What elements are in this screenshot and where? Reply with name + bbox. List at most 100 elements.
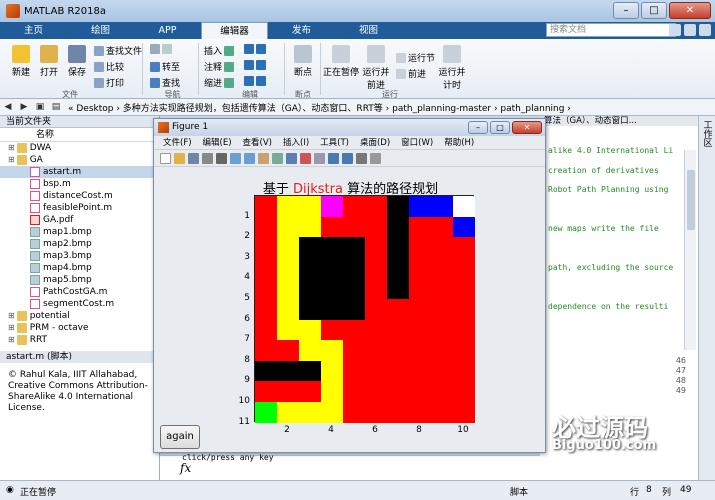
open-button[interactable]: 打开 (36, 45, 62, 78)
menu-edit[interactable]: 编辑(E) (200, 136, 240, 149)
close-button[interactable]: ✕ (669, 2, 711, 19)
file-row[interactable]: feasiblePoint.m (0, 202, 159, 214)
code-line[interactable]: creation of derivatives (548, 166, 659, 175)
advance-button[interactable]: 前进 (396, 67, 426, 80)
minimize-button[interactable]: – (613, 2, 639, 19)
code-line[interactable]: alike 4.0 International Li (548, 146, 673, 155)
open-icon[interactable] (174, 153, 185, 164)
again-button[interactable]: again (160, 425, 200, 449)
code-line[interactable]: Robot Path Planning using (548, 185, 668, 194)
editor-scrollbar[interactable] (684, 150, 696, 350)
expand-icon[interactable]: ⊞ (8, 142, 15, 154)
colorbar-icon[interactable] (328, 153, 339, 164)
forward-arrow-icon[interactable]: ▶ (16, 102, 32, 112)
name-column-header[interactable]: 名称 (0, 128, 159, 142)
zoom-out-icon[interactable] (244, 153, 255, 164)
hide-tools-icon[interactable] (356, 153, 367, 164)
run-pause-button[interactable]: 正在暂停 (322, 45, 360, 78)
dock-icon[interactable] (370, 153, 381, 164)
pointer-icon[interactable] (216, 153, 227, 164)
pan-icon[interactable] (258, 153, 269, 164)
find-files-button[interactable]: 查找文件 (94, 44, 142, 57)
file-row[interactable]: ⊞ potential (0, 310, 159, 322)
link-icon[interactable] (314, 153, 325, 164)
community-icon[interactable] (684, 24, 696, 36)
figure-maximize-button[interactable]: □ (490, 121, 510, 134)
datacursor-icon[interactable] (286, 153, 297, 164)
goto-button[interactable]: 转至 (150, 60, 180, 73)
comment-button[interactable]: 注释 (204, 60, 235, 73)
compare-button[interactable]: 比较 (94, 60, 124, 73)
address-path[interactable]: « Desktop › 多种方法实现路径规划，包括遗传算法（GA）、动态窗口、R… (68, 101, 571, 114)
file-row[interactable]: astart.m (0, 166, 159, 178)
insert-button[interactable]: 插入 (204, 44, 235, 57)
expand-icon[interactable]: ⊞ (8, 310, 15, 322)
figure-minimize-button[interactable]: – (468, 121, 488, 134)
browse-folder-icon[interactable]: ▤ (48, 102, 64, 112)
menu-tools[interactable]: 工具(T) (317, 136, 357, 149)
save-button[interactable]: 保存 (64, 45, 90, 78)
find-button[interactable]: 查找 (150, 76, 180, 89)
help-icon[interactable] (669, 24, 681, 36)
file-row[interactable]: ⊞ PRM - octave (0, 322, 159, 334)
maximize-button[interactable]: □ (641, 2, 667, 19)
tab-publish[interactable]: 发布 (268, 22, 335, 39)
new-figure-icon[interactable] (160, 153, 171, 164)
print-icon[interactable] (202, 153, 213, 164)
print-button[interactable]: 打印 (94, 76, 124, 89)
code-line[interactable]: new maps write the file (548, 224, 659, 233)
scroll-thumb[interactable] (687, 170, 695, 230)
tab-apps[interactable]: APP (134, 22, 201, 39)
file-row[interactable]: map5.bmp (0, 274, 159, 286)
tab-view[interactable]: 视图 (335, 22, 402, 39)
editor-tab[interactable]: 算法（GA）、动态窗口... (540, 116, 698, 126)
menu-desktop[interactable]: 桌面(D) (357, 136, 398, 149)
run-section-button[interactable]: 运行节 (396, 51, 435, 64)
file-row[interactable]: ⊞ GA (0, 154, 159, 166)
tab-editor[interactable]: 编辑器 (201, 22, 268, 39)
new-button[interactable]: 新建 (8, 45, 34, 78)
breakpoint-button[interactable]: 断点 (290, 45, 316, 78)
menu-window[interactable]: 窗口(W) (398, 136, 441, 149)
expand-icon[interactable]: ⊞ (8, 322, 15, 334)
file-row[interactable]: map2.bmp (0, 238, 159, 250)
run-advance-button[interactable]: 运行并前进 (360, 45, 392, 91)
file-row[interactable]: ⊞ RRT (0, 334, 159, 346)
menu-insert[interactable]: 插入(I) (280, 136, 317, 149)
file-row[interactable]: distanceCost.m (0, 190, 159, 202)
code-line[interactable]: dependence on the resulti (548, 302, 668, 311)
back-arrow-icon[interactable]: ◀ (0, 102, 16, 112)
tab-home[interactable]: 主页 (0, 22, 67, 39)
search-docs-input[interactable]: 搜索文档 (546, 23, 676, 37)
file-row[interactable]: map3.bmp (0, 250, 159, 262)
file-row[interactable]: map1.bmp (0, 226, 159, 238)
file-row[interactable]: GA.pdf (0, 214, 159, 226)
file-row[interactable]: PathCostGA.m (0, 286, 159, 298)
run-time-button[interactable]: 运行并计时 (436, 45, 468, 91)
file-row[interactable]: bsp.m (0, 178, 159, 190)
menu-help[interactable]: 帮助(H) (441, 136, 482, 149)
expand-icon[interactable]: ⊞ (8, 154, 15, 166)
menu-view[interactable]: 查看(V) (240, 136, 280, 149)
tab-plots[interactable]: 绘图 (67, 22, 134, 39)
indent-tools-button[interactable] (244, 76, 266, 86)
file-row[interactable]: ⊞ DWA (0, 142, 159, 154)
figure-close-button[interactable]: ✕ (512, 121, 542, 134)
menu-file[interactable]: 文件(F) (160, 136, 200, 149)
legend-icon[interactable] (342, 153, 353, 164)
save-icon[interactable] (188, 153, 199, 164)
workspace-label[interactable]: 工作区 (701, 120, 714, 147)
rotate-icon[interactable] (272, 153, 283, 164)
up-folder-icon[interactable]: ▣ (32, 102, 48, 112)
indent-button[interactable]: 缩进 (204, 76, 235, 89)
expand-icon[interactable]: ⊞ (8, 334, 15, 346)
file-row[interactable]: map4.bmp (0, 262, 159, 274)
fx-insert-button[interactable] (244, 44, 266, 54)
percent-button[interactable] (244, 60, 266, 70)
brush-icon[interactable] (300, 153, 311, 164)
zoom-in-icon[interactable] (230, 153, 241, 164)
code-line[interactable]: path, excluding the source (548, 263, 673, 272)
settings-icon[interactable] (699, 24, 711, 36)
nav-back-button[interactable] (150, 44, 172, 54)
file-row[interactable]: segmentCost.m (0, 298, 159, 310)
